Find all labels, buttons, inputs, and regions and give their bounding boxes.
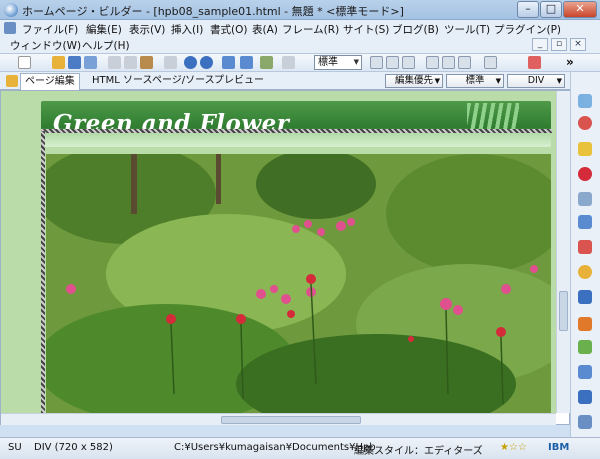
selection-border-top [41,129,552,133]
folder-icon[interactable] [578,142,592,156]
edit-icon[interactable] [222,56,235,69]
page-canvas[interactable]: Green and Flower [1,91,556,413]
parts-icon[interactable] [578,317,592,331]
numbered-list-icon[interactable] [458,56,471,69]
tab-html-source[interactable]: HTML ソース [88,73,157,90]
menu-help[interactable]: ヘルプ(H) [82,38,130,53]
status-mode: SU [8,442,22,453]
save-all-icon[interactable] [84,56,97,69]
menu-plugin[interactable]: プラグイン(P) [494,22,561,37]
outdent-icon[interactable] [442,56,455,69]
title-bar: ホームページ・ビルダー - [hpb08_sample01.html - 無題 … [0,0,600,20]
redo-icon[interactable] [200,56,213,69]
align-right-icon[interactable] [402,56,415,69]
right-tool-panel [570,72,600,437]
menu-site[interactable]: サイト(S) [343,22,389,37]
editor-area[interactable]: Green and Flower [0,90,570,425]
vertical-scrollbar[interactable] [556,91,570,413]
cut-icon[interactable] [108,56,121,69]
document-icon[interactable] [578,290,592,304]
site-view-icon[interactable] [578,94,592,108]
horizontal-scrollbar[interactable] [1,413,556,425]
mdi-close-button[interactable]: × [570,38,586,51]
toolbar: 標準 ▼ » [0,54,600,72]
template-icon[interactable] [578,215,592,229]
edit-priority-select[interactable]: 編集優先 ▼ [385,74,443,88]
properties-icon[interactable] [578,192,592,206]
display-mode-select[interactable]: 標準 ▼ [446,74,504,88]
help-icon[interactable] [578,167,592,181]
mdi-minimize-button[interactable]: _ [532,38,548,51]
menu-file[interactable]: ファイル(F) [22,22,78,37]
header-banner[interactable]: Green and Flower [41,101,551,147]
menu-blog[interactable]: ブログ(B) [392,22,439,37]
menu-insert[interactable]: 挿入(I) [171,22,203,37]
view-tab-bar: ページ編集 HTML ソース ページ/ソース プレビュー 編集優先 ▼ 標準 ▼ D… [0,72,570,90]
menu-table[interactable]: 表(A) [252,22,278,37]
menu-frame[interactable]: フレーム(R) [282,22,339,37]
link-icon[interactable] [260,56,273,69]
menu-edit[interactable]: 編集(E) [86,22,122,37]
mdi-restore-button[interactable]: ▫ [551,38,567,51]
element-select[interactable]: DIV ▼ [507,74,565,88]
window-title: ホームページ・ビルダー - [hpb08_sample01.html - 無題 … [22,5,404,18]
flower-photo[interactable] [46,154,551,413]
color-icon[interactable] [578,340,592,354]
banner-stripes [467,103,519,131]
new-file-icon[interactable] [18,56,31,69]
bullet-list-icon[interactable] [484,56,497,69]
paste-icon[interactable] [140,56,153,69]
tab-page-source[interactable]: ページ/ソース [148,73,219,90]
maximize-button[interactable]: □ [540,1,562,18]
open-folder-icon[interactable] [52,56,65,69]
vertical-scroll-thumb[interactable] [559,291,568,331]
save-icon[interactable] [68,56,81,69]
menu-bar: ファイル(F) 編集(E) 表示(V) 挿入(I) 書式(O) 表(A) フレー… [0,20,600,54]
web-icon[interactable] [578,116,592,130]
horizontal-scroll-thumb[interactable] [221,416,361,424]
align-left-icon[interactable] [370,56,383,69]
minimize-button[interactable]: – [517,1,539,18]
format-paint-icon[interactable] [164,56,177,69]
paragraph-style-select[interactable]: 標準 ▼ [314,55,362,70]
status-bar: SU DIV (720 x 582) C:¥Users¥kumagaisan¥D… [0,437,600,459]
garden-illustration [46,154,551,413]
text-color-icon[interactable] [528,56,541,69]
toolbar-overflow-icon[interactable]: » [566,55,574,69]
undo-icon[interactable] [184,56,197,69]
menu-tools[interactable]: ツール(T) [444,22,490,37]
menu-view[interactable]: 表示(V) [129,22,165,37]
check-icon[interactable] [578,415,592,429]
status-path: C:¥Users¥kumagaisan¥Documents¥Hpb [174,442,376,453]
list-icon[interactable] [578,365,592,379]
rating-icon: ★☆☆ [500,442,527,453]
tab-page-edit[interactable]: ページ編集 [20,73,80,90]
anchor-icon[interactable] [282,56,295,69]
pencil-icon [6,75,18,87]
image-icon[interactable] [240,56,253,69]
ibm-logo: IBM [548,442,570,453]
tab-preview[interactable]: プレビュー [210,73,268,90]
indent-icon[interactable] [426,56,439,69]
document-menu-icon[interactable] [4,22,16,34]
status-edit-style: 編集スタイル：エディターズ [354,446,483,457]
menu-format[interactable]: 書式(O) [210,22,247,37]
menu-window[interactable]: ウィンドウ(W) [10,38,81,53]
close-button[interactable]: ✕ [563,1,597,18]
status-element: DIV (720 x 582) [34,442,113,453]
copy-icon[interactable] [124,56,137,69]
material-icon[interactable] [578,265,592,279]
selection-border-left [41,131,45,413]
app-icon [4,3,18,17]
style-icon[interactable] [578,240,592,254]
image-panel-icon[interactable] [578,390,592,404]
align-center-icon[interactable] [386,56,399,69]
